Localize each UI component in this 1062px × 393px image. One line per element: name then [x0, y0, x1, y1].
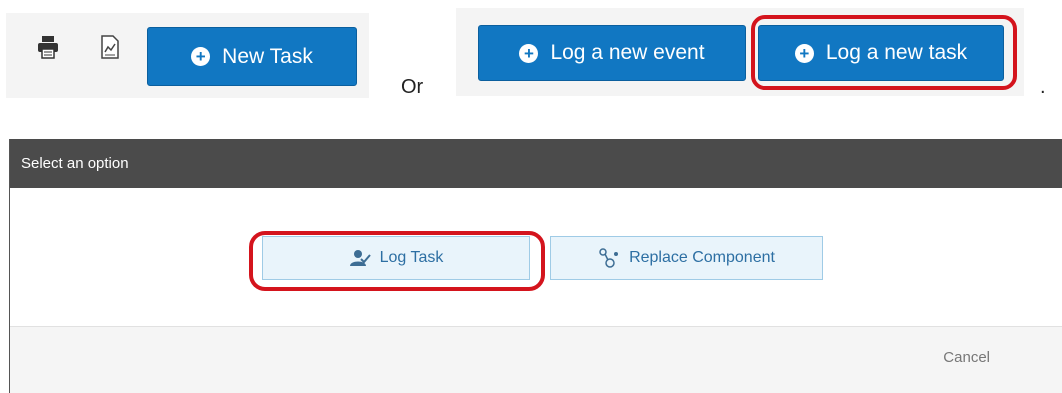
plus-circle-icon: + [191, 47, 211, 66]
highlight-log-task [249, 231, 545, 291]
new-task-button[interactable]: + New Task [147, 27, 357, 86]
dialog-footer: Cancel [10, 327, 1062, 393]
select-option-dialog: Select an option Log Task Replace Compon… [9, 139, 1062, 393]
screenshot-stage: + New Task Or + Log a new event + Log a … [0, 0, 1062, 393]
trailing-period: . [1040, 76, 1046, 98]
replace-component-button[interactable]: Replace Component [550, 236, 823, 280]
printer-icon[interactable] [37, 35, 59, 59]
cancel-button[interactable]: Cancel [943, 349, 990, 366]
or-separator-text: Or [401, 76, 424, 98]
highlight-log-new-task [751, 15, 1017, 90]
dialog-title: Select an option [21, 155, 129, 172]
new-task-label: New Task [222, 44, 313, 68]
component-swap-icon [599, 248, 619, 268]
dialog-header: Select an option [10, 139, 1062, 188]
dialog-body: Log Task Replace Component [10, 188, 1062, 327]
replace-component-label: Replace Component [629, 249, 775, 266]
plus-circle-icon: + [519, 43, 539, 63]
report-chart-icon[interactable] [99, 35, 121, 59]
log-new-event-button[interactable]: + Log a new event [478, 25, 746, 81]
log-new-event-label: Log a new event [550, 41, 705, 64]
